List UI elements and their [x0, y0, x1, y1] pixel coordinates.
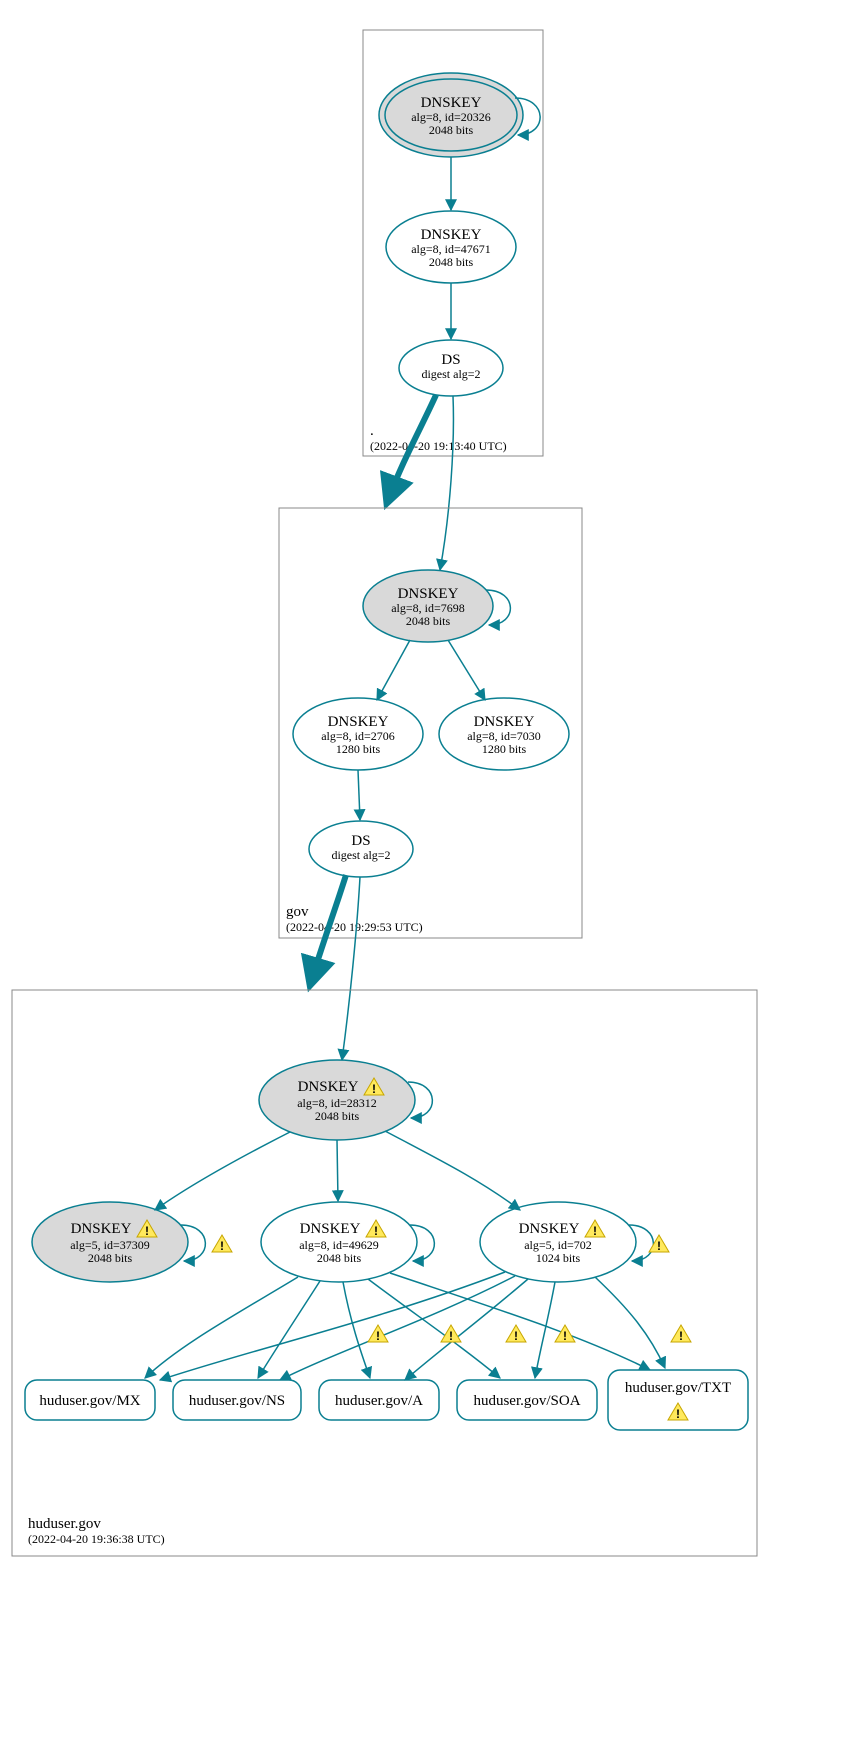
edge-k3-soa — [535, 1282, 555, 1378]
node-hud-key3: DNSKEY alg=5, id=702 1024 bits — [480, 1202, 636, 1282]
svg-text:DNSKEY: DNSKEY — [298, 1079, 359, 1095]
zone-huduser: huduser.gov (2022-04-20 19:36:38 UTC) DN… — [12, 990, 757, 1556]
node-root-ds: DS digest alg=2 — [399, 340, 503, 396]
svg-text:DNSKEY: DNSKEY — [300, 1221, 361, 1237]
svg-text:digest alg=2: digest alg=2 — [331, 848, 390, 862]
svg-text:alg=8, id=49629: alg=8, id=49629 — [299, 1238, 379, 1252]
node-rr-soa: huduser.gov/SOA — [457, 1380, 597, 1420]
warning-icon — [506, 1325, 526, 1343]
node-hud-ksk: DNSKEY alg=8, id=28312 2048 bits — [259, 1060, 415, 1140]
edge-k3-txt — [595, 1277, 665, 1368]
warning-icon — [555, 1325, 575, 1343]
svg-text:alg=8, id=47671: alg=8, id=47671 — [411, 242, 491, 256]
svg-text:2048 bits: 2048 bits — [429, 123, 474, 137]
edge-gov-ksk-zsk1 — [377, 640, 410, 700]
svg-text:DNSKEY: DNSKEY — [71, 1221, 132, 1237]
svg-text:DNSKEY: DNSKEY — [421, 95, 482, 111]
svg-text:DS: DS — [441, 352, 460, 368]
svg-text:huduser.gov/MX: huduser.gov/MX — [39, 1393, 140, 1409]
svg-text:1024 bits: 1024 bits — [536, 1251, 581, 1265]
zone-huduser-label: huduser.gov — [28, 1516, 101, 1532]
node-rr-a: huduser.gov/A — [319, 1380, 439, 1420]
svg-text:digest alg=2: digest alg=2 — [421, 367, 480, 381]
node-rr-mx: huduser.gov/MX — [25, 1380, 155, 1420]
zone-gov-timestamp: (2022-04-20 19:29:53 UTC) — [286, 920, 423, 934]
svg-text:DNSKEY: DNSKEY — [398, 586, 459, 602]
svg-text:DNSKEY: DNSKEY — [421, 227, 482, 243]
zone-gov-label: gov — [286, 904, 309, 920]
edge-k3-ns — [280, 1276, 515, 1380]
zone-root: . (2022-04-20 19:13:40 UTC) DNSKEY alg=8… — [363, 30, 543, 456]
svg-text:2048 bits: 2048 bits — [406, 614, 451, 628]
node-hud-key2: DNSKEY alg=8, id=49629 2048 bits — [261, 1202, 417, 1282]
svg-text:2048 bits: 2048 bits — [315, 1109, 360, 1123]
edge-k3-mx — [160, 1272, 505, 1380]
zone-huduser-timestamp: (2022-04-20 19:36:38 UTC) — [28, 1532, 165, 1546]
svg-text:huduser.gov/A: huduser.gov/A — [335, 1393, 423, 1409]
edge-k2-txt — [390, 1273, 650, 1370]
edge-root-ds-to-gov-ksk — [440, 396, 453, 570]
edge-gov-zsk1-ds — [358, 770, 360, 820]
node-gov-zsk1: DNSKEY alg=8, id=2706 1280 bits — [293, 698, 423, 770]
svg-text:DNSKEY: DNSKEY — [328, 714, 389, 730]
svg-text:alg=5, id=37309: alg=5, id=37309 — [70, 1238, 150, 1252]
edge-hud-ksk-key2 — [337, 1140, 338, 1201]
svg-text:huduser.gov/TXT: huduser.gov/TXT — [625, 1380, 731, 1396]
node-rr-txt: huduser.gov/TXT — [608, 1370, 748, 1430]
warning-icon — [671, 1325, 691, 1343]
svg-text:DNSKEY: DNSKEY — [519, 1221, 580, 1237]
edge-hud-ksk-key3 — [385, 1131, 520, 1210]
node-gov-ksk: DNSKEY alg=8, id=7698 2048 bits — [363, 570, 493, 642]
zone-root-timestamp: (2022-04-20 19:13:40 UTC) — [370, 439, 507, 453]
zone-gov: gov (2022-04-20 19:29:53 UTC) DNSKEY alg… — [279, 508, 582, 938]
svg-text:alg=8, id=7698: alg=8, id=7698 — [391, 601, 465, 615]
warning-icon — [212, 1235, 232, 1253]
edge-hud-ksk-key1 — [155, 1132, 290, 1210]
zone-root-label: . — [370, 423, 374, 439]
node-rr-ns: huduser.gov/NS — [173, 1380, 301, 1420]
node-root-zsk: DNSKEY alg=8, id=47671 2048 bits — [386, 211, 516, 283]
svg-text:huduser.gov/NS: huduser.gov/NS — [189, 1393, 285, 1409]
svg-text:alg=5, id=702: alg=5, id=702 — [524, 1238, 592, 1252]
node-root-ksk: DNSKEY alg=8, id=20326 2048 bits — [379, 73, 523, 157]
edge-k2-a — [343, 1282, 370, 1378]
svg-text:1280 bits: 1280 bits — [336, 742, 381, 756]
edge-gov-ksk-zsk2 — [448, 640, 485, 700]
edge-k3-a — [405, 1279, 528, 1380]
svg-text:2048 bits: 2048 bits — [317, 1251, 362, 1265]
svg-text:2048 bits: 2048 bits — [88, 1251, 133, 1265]
svg-text:alg=8, id=20326: alg=8, id=20326 — [411, 110, 491, 124]
svg-text:2048 bits: 2048 bits — [429, 255, 474, 269]
svg-text:alg=8, id=2706: alg=8, id=2706 — [321, 729, 395, 743]
node-hud-key1: DNSKEY alg=5, id=37309 2048 bits — [32, 1202, 188, 1282]
svg-text:alg=8, id=28312: alg=8, id=28312 — [297, 1096, 377, 1110]
svg-text:1280 bits: 1280 bits — [482, 742, 527, 756]
svg-text:huduser.gov/SOA: huduser.gov/SOA — [473, 1393, 580, 1409]
edge-k2-mx — [145, 1277, 298, 1378]
dnssec-graph: ! . (2022-04-20 19:13:40 UTC) DNSKEY alg… — [0, 0, 852, 1745]
svg-text:alg=8, id=7030: alg=8, id=7030 — [467, 729, 541, 743]
node-gov-zsk2: DNSKEY alg=8, id=7030 1280 bits — [439, 698, 569, 770]
svg-text:DS: DS — [351, 833, 370, 849]
svg-text:DNSKEY: DNSKEY — [474, 714, 535, 730]
node-gov-ds: DS digest alg=2 — [309, 821, 413, 877]
edge-gov-ds-to-hud-ksk — [342, 877, 360, 1060]
